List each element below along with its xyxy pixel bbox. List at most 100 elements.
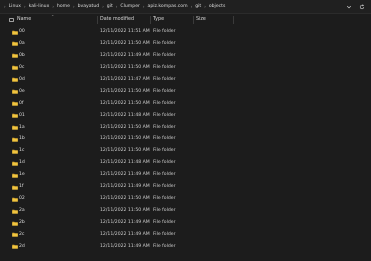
list-item[interactable]: 2d 12/11/2022 11:49 AM File folder xyxy=(0,241,371,253)
file-type: File folder xyxy=(153,136,176,142)
breadcrumb-item[interactable]: objects xyxy=(207,4,228,9)
column-divider[interactable] xyxy=(150,16,151,24)
file-type: File folder xyxy=(153,160,176,166)
address-bar[interactable]: › Linux › kali-linux › home › bvayatud › git › Clum… xyxy=(0,0,371,14)
file-name: 0d xyxy=(19,76,25,82)
folder-icon xyxy=(12,221,18,226)
date-modified: 12/11/2022 11:48 AM xyxy=(100,160,150,166)
list-item[interactable]: 01 12/11/2022 11:48 AM File folder xyxy=(0,110,371,122)
list-item[interactable]: 00 12/11/2022 11:51 AM File folder xyxy=(0,26,371,38)
column-divider[interactable] xyxy=(233,16,234,24)
date-modified: 12/11/2022 11:49 AM xyxy=(100,184,150,190)
list-item[interactable]: 1f 12/11/2022 11:49 AM File folder xyxy=(0,181,371,193)
list-item[interactable]: 1d 12/11/2022 11:48 AM File folder xyxy=(0,157,371,169)
file-name: 1e xyxy=(19,172,25,178)
folder-icon xyxy=(12,197,18,202)
file-type: File folder xyxy=(153,124,176,130)
file-type: File folder xyxy=(153,29,176,34)
folder-icon xyxy=(12,137,18,142)
file-name: 0b xyxy=(19,52,25,58)
file-name: 0c xyxy=(19,64,25,70)
file-name: 0f xyxy=(19,100,24,106)
breadcrumb-item[interactable]: git xyxy=(105,4,115,9)
list-item[interactable]: 0f 12/11/2022 11:50 AM File folder xyxy=(0,98,371,110)
folder-icon xyxy=(12,125,18,130)
list-item[interactable]: 02 12/11/2022 11:50 AM File folder xyxy=(0,193,371,205)
file-name: 2b xyxy=(19,220,25,225)
list-item[interactable]: 1b 12/11/2022 11:50 AM File folder xyxy=(0,133,371,145)
file-name: 1b xyxy=(19,136,25,142)
file-list: 00 12/11/2022 11:51 AM File folder 0a 12/11/… xyxy=(0,26,371,253)
breadcrumb-item[interactable]: home xyxy=(55,4,72,9)
file-name: 1a xyxy=(19,124,25,130)
column-header-date-modified[interactable]: Date modified xyxy=(100,14,134,26)
folder-icon xyxy=(12,173,18,178)
file-type: File folder xyxy=(153,64,176,70)
file-name: 01 xyxy=(19,112,25,118)
file-type: File folder xyxy=(153,231,176,237)
breadcrumb-item[interactable]: Linux xyxy=(7,4,23,9)
date-modified: 12/11/2022 11:50 AM xyxy=(100,208,150,214)
column-header-name[interactable]: Name xyxy=(17,14,31,26)
breadcrumb: › Linux › kali-linux › home › bvayatud › git › Clum… xyxy=(0,4,227,9)
column-header-type[interactable]: Type xyxy=(153,14,164,26)
list-item[interactable]: 1e 12/11/2022 11:49 AM File folder xyxy=(0,169,371,181)
list-item[interactable]: 0c 12/11/2022 11:50 AM File folder xyxy=(0,62,371,74)
file-name: 2c xyxy=(19,231,25,237)
folder-icon xyxy=(12,30,18,35)
folder-icon xyxy=(12,54,18,58)
folder-icon xyxy=(12,245,18,249)
list-item[interactable]: 1c 12/11/2022 11:50 AM File folder xyxy=(0,145,371,157)
breadcrumb-item[interactable]: bvayatud xyxy=(76,4,102,9)
list-item[interactable]: 0b 12/11/2022 11:49 AM File folder xyxy=(0,50,371,62)
list-item[interactable]: 0d 12/11/2022 11:47 AM File folder xyxy=(0,74,371,86)
column-header-size[interactable]: Size xyxy=(196,14,206,26)
file-name: 0e xyxy=(19,88,25,94)
date-modified: 12/11/2022 11:50 AM xyxy=(100,196,150,202)
list-item[interactable]: 0e 12/11/2022 11:50 AM File folder xyxy=(0,86,371,98)
breadcrumb-item[interactable]: git xyxy=(193,4,203,9)
list-item[interactable]: 2c 12/11/2022 11:49 AM File folder xyxy=(0,229,371,241)
date-modified: 12/11/2022 11:50 AM xyxy=(100,88,150,94)
folder-icon xyxy=(12,66,18,70)
folder-icon xyxy=(12,209,18,214)
date-modified: 12/11/2022 11:49 AM xyxy=(100,172,150,178)
folder-icon xyxy=(12,185,18,190)
column-header-row: Name ⌃ Date modified Type Size xyxy=(0,14,371,26)
date-modified: 12/11/2022 11:48 AM xyxy=(100,112,150,118)
date-modified: 12/11/2022 11:50 AM xyxy=(100,148,150,154)
refresh-icon[interactable] xyxy=(359,3,365,10)
date-modified: 12/11/2022 11:49 AM xyxy=(100,243,150,249)
folder-icon xyxy=(12,233,18,238)
date-modified: 12/11/2022 11:49 AM xyxy=(100,231,150,237)
file-type: File folder xyxy=(153,88,176,94)
file-type: File folder xyxy=(153,243,176,249)
file-name: 1d xyxy=(19,160,25,166)
chevron-down-icon[interactable] xyxy=(346,4,352,10)
list-item[interactable]: 1a 12/11/2022 11:50 AM File folder xyxy=(0,122,371,134)
list-item[interactable]: 2a 12/11/2022 11:50 AM File folder xyxy=(0,205,371,217)
list-item[interactable]: 2b 12/11/2022 11:49 AM File folder xyxy=(0,217,371,229)
file-type: File folder xyxy=(153,40,176,46)
breadcrumb-item[interactable]: apiz.kompas.com xyxy=(146,4,190,9)
column-divider[interactable] xyxy=(97,16,98,24)
file-type: File folder xyxy=(153,100,176,106)
date-modified: 12/11/2022 11:50 AM xyxy=(100,40,150,46)
folder-icon xyxy=(12,101,18,106)
file-name: 00 xyxy=(19,29,25,34)
breadcrumb-item[interactable]: Clumper xyxy=(118,4,142,9)
file-type: File folder xyxy=(153,112,176,118)
breadcrumb-item[interactable]: kali-linux xyxy=(27,4,52,9)
list-item[interactable]: 0a 12/11/2022 11:50 AM File folder xyxy=(0,38,371,50)
date-modified: 12/11/2022 11:50 AM xyxy=(100,100,150,106)
file-type: File folder xyxy=(153,220,176,225)
folder-icon xyxy=(12,161,18,166)
file-name: 02 xyxy=(19,196,25,202)
folder-icon xyxy=(12,89,18,94)
date-modified: 12/11/2022 11:51 AM xyxy=(100,29,150,34)
folder-icon xyxy=(12,42,18,47)
column-divider[interactable] xyxy=(193,16,194,24)
date-modified: 12/11/2022 11:49 AM xyxy=(100,52,150,58)
file-name: 2d xyxy=(19,243,25,249)
select-all-checkbox[interactable] xyxy=(9,17,14,22)
